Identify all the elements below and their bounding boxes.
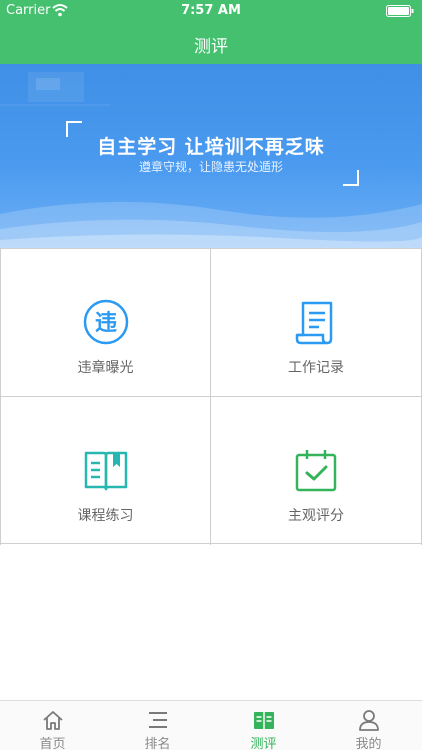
grid-item-label: 违章曝光 — [77, 360, 134, 376]
tab-bar: 首页 排名 测评 我的 — [0, 700, 422, 750]
home-icon — [43, 711, 63, 730]
tab-label: 测评 — [250, 737, 277, 750]
page-title: 测评 — [194, 37, 228, 57]
document-icon — [295, 301, 333, 345]
grid-item-label: 主观评分 — [288, 508, 344, 524]
grid-item-violation-exposure[interactable]: 违 违章曝光 — [0, 249, 211, 397]
grid-item-course-practice[interactable]: 课程练习 — [0, 397, 211, 545]
grid-item-subjective-rating[interactable]: 主观评分 — [211, 397, 422, 545]
ranking-icon — [149, 712, 167, 728]
tab-label: 排名 — [144, 737, 171, 750]
book-icon — [84, 451, 128, 491]
banner-headline: 自主学习 让培训不再乏味 — [97, 136, 325, 158]
user-icon — [359, 710, 379, 731]
grid-item-label: 工作记录 — [288, 360, 344, 376]
tab-profile[interactable]: 我的 — [316, 701, 421, 750]
tab-label: 我的 — [355, 737, 382, 750]
status-time: 7:57 AM — [181, 3, 241, 18]
banner: 自主学习 让培训不再乏味 遵章守规，让隐患无处遁形 — [0, 64, 422, 248]
tab-home[interactable]: 首页 — [0, 701, 105, 750]
grid-item-label: 课程练习 — [77, 508, 134, 524]
tab-label: 首页 — [39, 737, 66, 750]
banner-subline: 遵章守规，让隐患无处遁形 — [138, 160, 283, 174]
tab-assessment[interactable]: 测评 — [211, 701, 316, 750]
feature-grid: 违 违章曝光 工作记录 课程练习 主观评分 — [0, 248, 422, 545]
top-bar: Carrier 7:57 AM 测评 — [0, 0, 422, 64]
tab-ranking[interactable]: 排名 — [105, 701, 210, 750]
grid-item-work-record[interactable]: 工作记录 — [211, 249, 422, 397]
battery-icon — [386, 5, 414, 17]
violation-icon: 违 — [83, 299, 129, 345]
clipboard-check-icon — [295, 450, 337, 492]
status-bar: Carrier 7:57 AM — [0, 0, 422, 22]
assessment-icon — [254, 712, 274, 729]
violation-icon-char: 违 — [95, 310, 117, 336]
